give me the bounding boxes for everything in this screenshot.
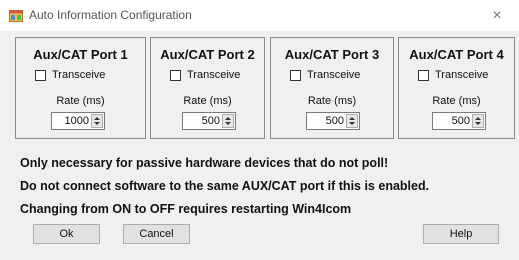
port-group-3: Aux/CAT Port 3 Transceive Rate (ms) 500 (270, 37, 394, 139)
port-group-2: Aux/CAT Port 2 Transceive Rate (ms) 500 (150, 37, 265, 139)
info-note-restart: Changing from ON to OFF requires restart… (20, 202, 352, 216)
rate-value[interactable]: 500 (185, 115, 220, 127)
rate-value[interactable]: 500 (309, 115, 344, 127)
transceive-checkbox[interactable] (35, 70, 46, 81)
rate-label: Rate (ms) (56, 95, 105, 107)
spin-down-icon[interactable] (225, 122, 231, 125)
rate-value[interactable]: 1000 (54, 115, 89, 127)
close-icon: × (492, 7, 502, 24)
port-group-1: Aux/CAT Port 1 Transceive Rate (ms) 1000 (15, 37, 146, 139)
app-window-icon (9, 10, 23, 22)
spin-down-icon[interactable] (94, 122, 100, 125)
rate-spinner[interactable]: 500 (306, 112, 360, 130)
spin-buttons[interactable] (222, 114, 234, 128)
ok-button[interactable]: Ok (33, 224, 100, 244)
spin-down-icon[interactable] (475, 122, 481, 125)
transceive-label: Transceive (435, 69, 489, 81)
spin-up-icon[interactable] (349, 117, 355, 120)
rate-label: Rate (ms) (432, 95, 481, 107)
rate-value[interactable]: 500 (435, 115, 470, 127)
help-button[interactable]: Help (423, 224, 499, 244)
rate-spinner[interactable]: 500 (182, 112, 236, 130)
close-button[interactable]: × (475, 0, 519, 31)
spin-down-icon[interactable] (349, 122, 355, 125)
rate-label: Rate (ms) (307, 95, 357, 107)
transceive-label: Transceive (187, 69, 241, 81)
port-title: Aux/CAT Port 4 (409, 47, 504, 62)
spin-buttons[interactable] (346, 114, 358, 128)
spin-buttons[interactable] (472, 114, 484, 128)
rate-spinner[interactable]: 1000 (51, 112, 105, 130)
spin-up-icon[interactable] (475, 117, 481, 120)
info-note-same-port: Do not connect software to the same AUX/… (20, 179, 430, 193)
spin-up-icon[interactable] (225, 117, 231, 120)
port-title: Aux/CAT Port 2 (160, 47, 255, 62)
window-title: Auto Information Configuration (29, 8, 192, 22)
spin-buttons[interactable] (91, 114, 103, 128)
rate-spinner[interactable]: 500 (432, 112, 486, 130)
port-title: Aux/CAT Port 1 (33, 47, 128, 62)
port-title: Aux/CAT Port 3 (284, 47, 380, 62)
info-note-passive: Only necessary for passive hardware devi… (20, 156, 389, 170)
cancel-button[interactable]: Cancel (123, 224, 190, 244)
port-group-4: Aux/CAT Port 4 Transceive Rate (ms) 500 (398, 37, 515, 139)
transceive-label: Transceive (307, 69, 361, 81)
transceive-checkbox[interactable] (418, 70, 429, 81)
rate-label: Rate (ms) (183, 95, 232, 107)
spin-up-icon[interactable] (94, 117, 100, 120)
transceive-label: Transceive (52, 69, 106, 81)
transceive-checkbox[interactable] (290, 70, 301, 81)
transceive-checkbox[interactable] (170, 70, 181, 81)
title-bar: Auto Information Configuration × (0, 0, 519, 31)
